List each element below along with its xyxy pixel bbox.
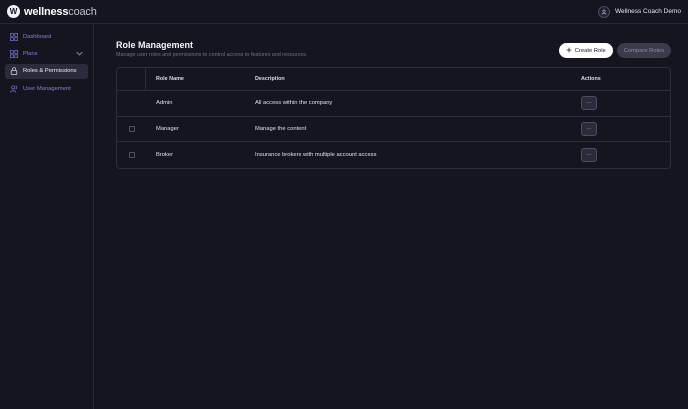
sidebar-item-user-management[interactable]: User Management: [5, 81, 88, 96]
role-name: Manager: [156, 125, 179, 132]
main-content: Role Management Manage user roles and pe…: [116, 40, 671, 169]
create-role-button[interactable]: Create Role: [558, 43, 613, 58]
sidebar-item-label: User Management: [23, 85, 71, 92]
sidebar: Dashboard Plans Roles & Permissions User…: [0, 24, 94, 409]
more-actions-button[interactable]: ···: [581, 147, 597, 162]
sidebar-item-label: Roles & Permissions: [23, 68, 77, 75]
sidebar-item-dashboard[interactable]: Dashboard: [5, 29, 88, 44]
role-name: Admin: [156, 100, 173, 107]
column-header-description[interactable]: Description: [255, 76, 581, 82]
row-actions-cell: ···: [581, 96, 661, 111]
role-description: All access within the company: [255, 100, 333, 107]
column-header-role-name[interactable]: Role Name: [146, 76, 255, 82]
plans-icon: [10, 49, 18, 58]
brand-name-bold: wellness: [24, 5, 69, 18]
chevron-down-icon[interactable]: [76, 51, 83, 56]
brand-name-light: coach: [68, 5, 97, 18]
row-actions-cell: ···: [581, 121, 661, 136]
plus-icon: [566, 47, 572, 55]
column-header-actions: Actions: [581, 76, 601, 82]
row-select-cell: [117, 91, 146, 116]
sidebar-item-roles-permissions[interactable]: Roles & Permissions: [5, 63, 88, 79]
more-actions-button[interactable]: ···: [581, 96, 597, 111]
row-checkbox[interactable]: [128, 125, 135, 132]
more-actions-button[interactable]: ···: [581, 121, 597, 136]
table-header: Role Name Description Actions: [117, 68, 670, 91]
row-select-cell: [117, 117, 146, 142]
dashboard-icon: [10, 32, 18, 41]
users-icon: [10, 85, 18, 93]
role-name: Broker: [156, 151, 174, 158]
top-bar: W wellnesscoach Wellness Coach Demo: [0, 0, 688, 24]
table-row[interactable]: Manager Manage the content ···: [117, 117, 670, 142]
user-name: Wellness Coach Demo: [615, 8, 681, 15]
compare-roles-label: Compare Roles: [623, 47, 664, 54]
roles-table: Role Name Description Actions Admin All …: [116, 67, 671, 169]
row-checkbox[interactable]: [128, 151, 135, 158]
compare-roles-button[interactable]: Compare Roles: [616, 43, 671, 58]
brand-logo[interactable]: W wellnesscoach: [7, 5, 97, 18]
role-description: Manage the content: [255, 125, 307, 132]
role-description: Insurance brokers with multiple account …: [255, 151, 377, 158]
sidebar-item-plans[interactable]: Plans: [5, 46, 88, 61]
table-row[interactable]: Admin All access within the company ···: [117, 91, 670, 117]
more-icon: ···: [586, 151, 592, 158]
header-select-cell: [117, 68, 146, 90]
more-icon: ···: [586, 125, 592, 132]
lock-icon: [10, 67, 18, 76]
row-select-cell: [117, 142, 146, 168]
logo-icon: W: [7, 5, 20, 18]
user-avatar-icon: [598, 5, 610, 18]
table-row[interactable]: Broker Insurance brokers with multiple a…: [117, 142, 670, 168]
sidebar-item-label: Plans: [23, 50, 38, 57]
page-actions: Create Role Compare Roles: [558, 43, 671, 58]
brand-name: wellnesscoach: [24, 6, 97, 18]
user-menu[interactable]: Wellness Coach Demo: [598, 5, 681, 18]
row-actions-cell: ···: [581, 147, 661, 162]
more-icon: ···: [586, 100, 592, 107]
sidebar-item-label: Dashboard: [23, 33, 52, 40]
create-role-label: Create Role: [574, 47, 606, 54]
